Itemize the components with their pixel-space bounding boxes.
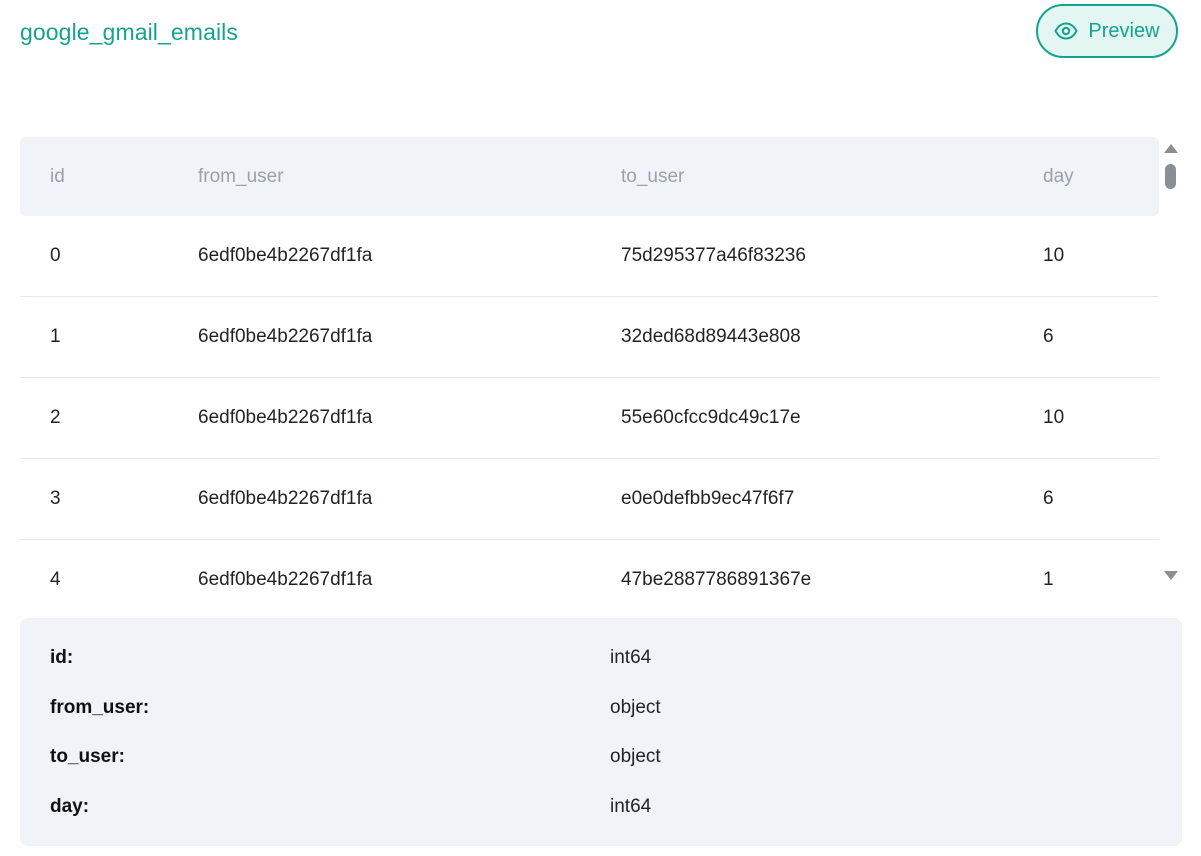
table-row: 3 6edf0be4b2267df1fa e0e0defbb9ec47f6f7 … bbox=[20, 459, 1159, 540]
scroll-down-arrow-icon[interactable] bbox=[1164, 571, 1178, 580]
preview-button[interactable]: Preview bbox=[1036, 4, 1178, 58]
schema-field-name: to_user: bbox=[50, 746, 125, 767]
schema-row: to_user: object bbox=[20, 742, 1182, 772]
column-header-id[interactable]: id bbox=[50, 137, 65, 216]
cell-day: 6 bbox=[1043, 326, 1054, 347]
cell-to-user: 75d295377a46f83236 bbox=[621, 245, 806, 266]
cell-from-user: 6edf0be4b2267df1fa bbox=[198, 326, 373, 347]
schema-row: day: int64 bbox=[20, 792, 1182, 822]
column-header-day[interactable]: day bbox=[1043, 137, 1074, 216]
table-row: 4 6edf0be4b2267df1fa 47be2887786891367e … bbox=[20, 540, 1159, 615]
schema-field-type: int64 bbox=[610, 796, 652, 817]
schema-row: id: int64 bbox=[20, 643, 1182, 673]
cell-id: 0 bbox=[50, 245, 61, 266]
schema-field-name: id: bbox=[50, 647, 74, 668]
schema-field-name: from_user: bbox=[50, 697, 150, 718]
cell-to-user: 55e60cfcc9dc49c17e bbox=[621, 407, 801, 428]
schema-field-type: object bbox=[610, 697, 661, 718]
scroll-up-arrow-icon[interactable] bbox=[1164, 144, 1178, 153]
table-row: 1 6edf0be4b2267df1fa 32ded68d89443e808 6 bbox=[20, 297, 1159, 378]
column-header-from-user[interactable]: from_user bbox=[198, 137, 284, 216]
schema-field-type: object bbox=[610, 746, 661, 767]
cell-from-user: 6edf0be4b2267df1fa bbox=[198, 488, 373, 509]
table-row: 0 6edf0be4b2267df1fa 75d295377a46f83236 … bbox=[20, 216, 1159, 297]
cell-id: 1 bbox=[50, 326, 61, 347]
table-header: id from_user to_user day bbox=[20, 137, 1159, 216]
cell-from-user: 6edf0be4b2267df1fa bbox=[198, 407, 373, 428]
data-table: id from_user to_user day 0 6edf0be4b2267… bbox=[20, 137, 1159, 615]
cell-id: 3 bbox=[50, 488, 61, 509]
cell-day: 6 bbox=[1043, 488, 1054, 509]
column-header-to-user[interactable]: to_user bbox=[621, 137, 684, 216]
eye-icon bbox=[1054, 19, 1078, 43]
cell-from-user: 6edf0be4b2267df1fa bbox=[198, 245, 373, 266]
cell-from-user: 6edf0be4b2267df1fa bbox=[198, 569, 373, 590]
schema-field-type: int64 bbox=[610, 647, 652, 668]
schema-panel: id: int64 from_user: object to_user: obj… bbox=[20, 618, 1182, 846]
cell-day: 10 bbox=[1043, 245, 1065, 266]
cell-id: 4 bbox=[50, 569, 61, 590]
cell-day: 10 bbox=[1043, 407, 1065, 428]
table-row: 2 6edf0be4b2267df1fa 55e60cfcc9dc49c17e … bbox=[20, 378, 1159, 459]
cell-to-user: 32ded68d89443e808 bbox=[621, 326, 801, 347]
table-title: google_gmail_emails bbox=[20, 19, 238, 45]
table-scrollbar[interactable] bbox=[1161, 140, 1181, 588]
schema-field-name: day: bbox=[50, 796, 90, 817]
cell-to-user: e0e0defbb9ec47f6f7 bbox=[621, 488, 795, 509]
scroll-thumb[interactable] bbox=[1165, 164, 1176, 189]
cell-to-user: 47be2887786891367e bbox=[621, 569, 812, 590]
preview-button-label: Preview bbox=[1088, 19, 1160, 42]
cell-id: 2 bbox=[50, 407, 61, 428]
cell-day: 1 bbox=[1043, 569, 1054, 590]
schema-row: from_user: object bbox=[20, 693, 1182, 723]
